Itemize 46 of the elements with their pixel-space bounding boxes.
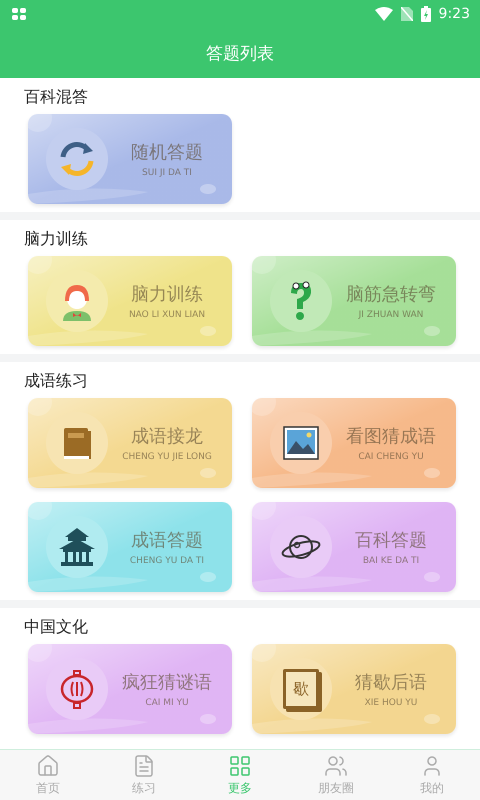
card-subtitle: NAO LI XUN LIAN (128, 310, 206, 320)
tab-item[interactable]: 首页 (0, 750, 96, 800)
card-subtitle: CHENG YU DA TI (130, 556, 204, 566)
card-subtitle: SUI JI DA TI (142, 168, 192, 178)
card-title: 看图猜成语 (346, 425, 436, 448)
card-subtitle: CAI MI YU (145, 698, 189, 708)
battery-icon (420, 6, 431, 22)
quiz-card[interactable]: 随机答题 SUI JI DA TI (28, 114, 232, 204)
card-title: 随机答题 (131, 141, 203, 164)
card-title: 脑筋急转弯 (346, 283, 436, 306)
tab-item[interactable]: 更多 (192, 750, 288, 800)
section-title: 脑力训练 (24, 228, 89, 250)
grid-icon (228, 754, 252, 778)
card-title: 脑力训练 (131, 283, 203, 306)
no-sim-icon (400, 7, 413, 21)
card-subtitle: XIE HOU YU (364, 698, 418, 708)
card-subtitle: BAI KE DA TI (362, 556, 420, 566)
tab-item[interactable]: 朋友圈 (288, 750, 384, 800)
quiz-card[interactable]: 疯狂猜谜语 CAI MI YU (28, 644, 232, 734)
quiz-card[interactable]: 成语答题 CHENG YU DA TI (28, 502, 232, 592)
quiz-card[interactable]: 脑力训练 NAO LI XUN LIAN (28, 256, 232, 346)
home-icon (36, 754, 60, 778)
card-subtitle: JI ZHUAN WAN (358, 310, 424, 320)
quiz-card[interactable]: 百科答题 BAI KE DA TI (252, 502, 456, 592)
status-time: 9:23 (438, 6, 470, 22)
people-icon (324, 754, 348, 778)
quiz-card[interactable]: 脑筋急转弯 JI ZHUAN WAN (252, 256, 456, 346)
section-title: 中国文化 (24, 616, 89, 638)
tab-item[interactable]: 练习 (96, 750, 192, 800)
section-title: 百科混答 (24, 86, 89, 108)
card-subtitle: CHENG YU JIE LONG (122, 452, 212, 462)
card-title: 疯狂猜谜语 (122, 671, 212, 694)
card-title: 百科答题 (355, 529, 427, 552)
book-character: 歇 (293, 678, 309, 700)
card-title: 成语答题 (131, 529, 203, 552)
quiz-card[interactable]: 看图猜成语 CAI CHENG YU (252, 398, 456, 488)
card-title: 猜歇后语 (355, 671, 427, 694)
wifi-icon (374, 7, 393, 21)
card-title: 成语接龙 (131, 425, 203, 448)
tab-item[interactable]: 我的 (384, 750, 480, 800)
notification-icon (12, 8, 26, 20)
quiz-card[interactable]: 成语接龙 CHENG YU JIE LONG (28, 398, 232, 488)
page-title: 答题列表 (206, 42, 274, 64)
card-subtitle: CAI CHENG YU (358, 452, 424, 462)
section-title: 成语练习 (24, 370, 89, 392)
quiz-card[interactable]: 歇 猜歇后语 XIE HOU YU (252, 644, 456, 734)
